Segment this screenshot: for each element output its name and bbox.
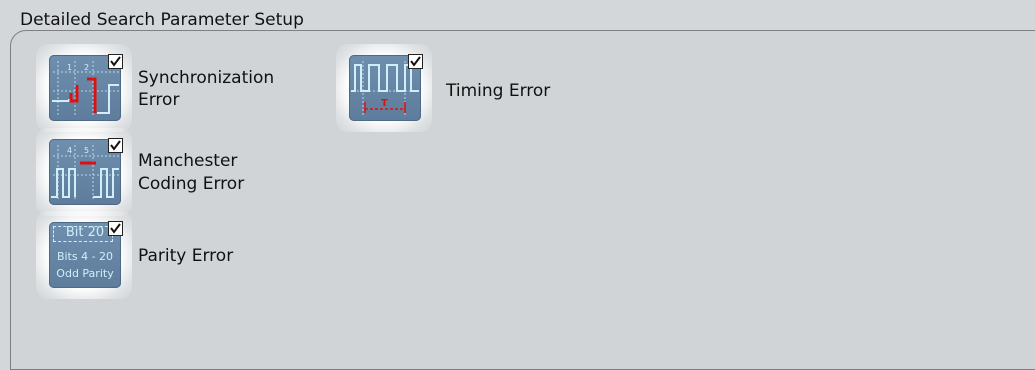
synchronization-error-option[interactable]: 1 2 Synchronization Error (36, 44, 310, 132)
manchester-coding-error-checkbox[interactable] (108, 138, 123, 153)
parity-error-label: Parity Error (138, 246, 234, 266)
parity-error-checkbox[interactable] (108, 221, 123, 236)
parity-icon-odd: Odd Parity (56, 267, 114, 280)
manchester-tick-5: 5 (84, 146, 89, 155)
sync-tick-2: 2 (84, 63, 89, 72)
timing-marker-t: T (381, 98, 388, 109)
parity-icon-bits: Bits 4 - 20 (56, 250, 114, 263)
synchronization-error-checkbox[interactable] (108, 54, 123, 69)
timing-error-option[interactable]: T Timing Error (336, 44, 600, 132)
manchester-coding-error-label-line2: Coding Error (138, 174, 245, 194)
timing-error-label: Timing Error (446, 81, 551, 101)
manchester-coding-error-label-line1: Manchester (138, 151, 238, 171)
page-title: Detailed Search Parameter Setup (20, 10, 304, 30)
synchronization-error-label-line1: Synchronization (138, 68, 275, 88)
parity-error-option[interactable]: Bit 20 Bits 4 - 20 Odd Parity Parity Err… (36, 211, 310, 299)
manchester-tick-4: 4 (67, 146, 72, 155)
synchronization-error-label-line2: Error (138, 90, 180, 110)
manchester-coding-error-option[interactable]: 4 5 Manchester Coding Error (36, 128, 310, 216)
sync-tick-1: 1 (67, 63, 72, 72)
timing-error-checkbox[interactable] (408, 54, 423, 69)
